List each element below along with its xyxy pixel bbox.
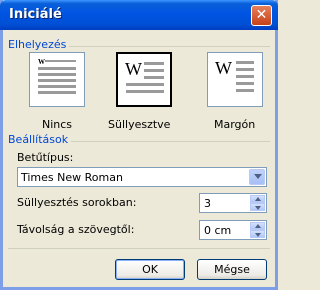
text-line xyxy=(236,82,254,85)
placement-none-label: Nincs xyxy=(42,118,73,131)
close-icon: ✕ xyxy=(255,7,268,23)
arrow-down-icon xyxy=(255,206,261,210)
placement-dropped-label: Süllyesztve xyxy=(108,118,171,131)
close-button[interactable]: ✕ xyxy=(251,5,272,26)
text-line xyxy=(236,68,254,71)
lines-spinner[interactable]: 3 xyxy=(199,193,267,213)
text-line xyxy=(236,61,254,64)
lines-label: Süllyesztés sorokban: xyxy=(17,196,137,209)
arrow-up-icon xyxy=(255,224,261,228)
chevron-down-icon xyxy=(254,174,262,179)
text-line xyxy=(45,60,76,62)
lines-up-button[interactable] xyxy=(250,195,265,203)
text-line xyxy=(144,76,164,79)
ok-button[interactable]: OK xyxy=(115,259,185,280)
font-label: Betűtípus: xyxy=(17,151,74,164)
tile-letter: W xyxy=(125,59,142,79)
font-dropdown-button[interactable] xyxy=(249,169,265,185)
buttons-separator xyxy=(8,248,270,249)
distance-spinner[interactable]: 0 cm xyxy=(199,220,267,240)
tile-letter: W xyxy=(215,58,232,78)
font-select[interactable]: Times New Roman xyxy=(17,167,267,187)
settings-section-label: Beállítások xyxy=(8,133,72,146)
distance-up-button[interactable] xyxy=(250,222,265,230)
text-line xyxy=(236,75,254,78)
text-line xyxy=(38,91,76,94)
placement-none-tile[interactable]: W xyxy=(29,52,85,107)
cancel-button[interactable]: Mégse xyxy=(197,259,267,280)
text-line xyxy=(236,89,254,92)
text-line xyxy=(126,83,164,86)
text-line xyxy=(38,73,76,76)
lines-down-button[interactable] xyxy=(250,203,265,211)
lines-value: 3 xyxy=(204,197,211,210)
arrow-down-icon xyxy=(255,233,261,237)
text-line xyxy=(144,62,164,65)
distance-down-button[interactable] xyxy=(250,230,265,238)
placement-dropped-tile[interactable]: W xyxy=(116,52,172,107)
placement-margin-tile[interactable]: W xyxy=(207,52,263,107)
placement-margin-label: Margón xyxy=(214,118,256,131)
arrow-up-icon xyxy=(255,197,261,201)
text-line xyxy=(38,85,76,88)
font-select-value: Times New Roman xyxy=(21,171,123,184)
text-line xyxy=(126,90,164,93)
text-line xyxy=(144,69,164,72)
tile-letter: W xyxy=(38,58,45,66)
text-line xyxy=(38,79,76,82)
text-line xyxy=(38,67,76,70)
distance-value: 0 cm xyxy=(204,224,232,237)
placement-section-label: Elhelyezés xyxy=(8,38,70,51)
dialog-title: Iniciálé xyxy=(9,7,62,22)
title-bar[interactable]: Iniciálé ✕ xyxy=(0,0,278,30)
distance-label: Távolság a szövegtől: xyxy=(17,223,135,236)
